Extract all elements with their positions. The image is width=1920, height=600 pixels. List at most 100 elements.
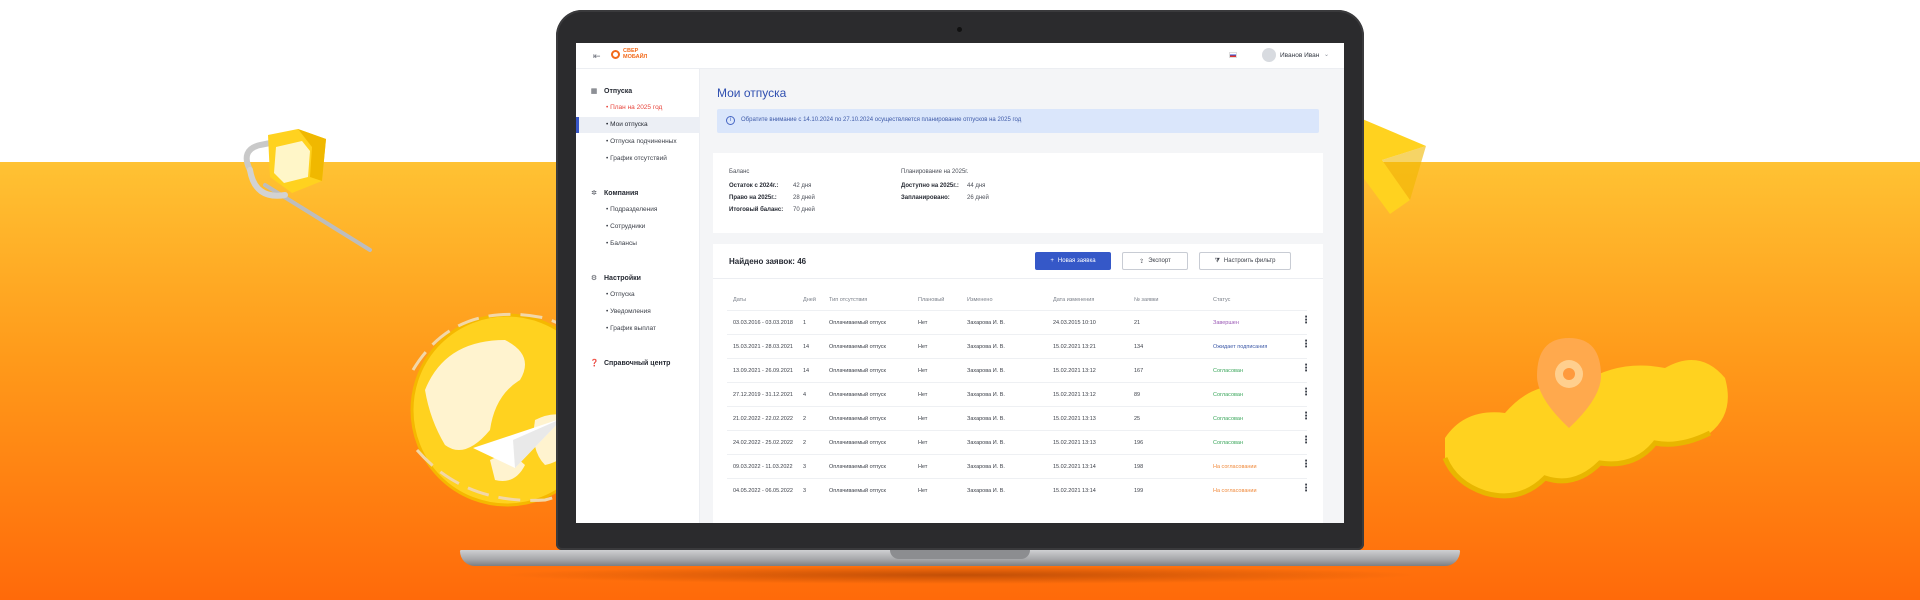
sidebar-collapse-icon[interactable]: ⇤ [593,51,601,62]
cell-planned: Нет [918,464,928,470]
cell-days: 2 [803,416,807,422]
sidebar: ▦ Отпуска • План на 2025 год • Мои отпус… [576,69,700,523]
cell-status: На согласовании [1213,488,1257,494]
balance-card: Баланс Остаток с 2024г.: 42 дня Право на… [713,153,1323,233]
row-menu-icon[interactable]: ⋮ [1301,412,1311,422]
cell-days: 3 [803,488,807,494]
map-pin-illustration-icon [1442,338,1728,499]
column-header[interactable]: № заявки [1134,297,1158,303]
user-name[interactable]: Иванов Иван [1280,52,1319,59]
cell-dates: 09.03.2022 - 11.03.2022 [733,464,793,470]
table-row[interactable]: 15.03.2021 - 28.03.2021 14 Оплачиваемый от… [727,334,1311,358]
avatar[interactable] [1262,48,1276,62]
table-row[interactable]: 04.05.2022 - 06.05.2022 3 Оплачиваемый отп… [727,478,1311,502]
new-request-button[interactable]: + Новая заявка [1035,252,1111,270]
sidebar-item-balances[interactable]: • Балансы [606,240,637,247]
sidebar-item-subordinates-vacations[interactable]: • Отпуска подчиненных [606,138,677,145]
company-icon: ✲ [591,190,597,197]
sidebar-section-help-center[interactable]: ❓ Справочный центр [590,359,670,368]
cell-type: Оплачиваемый отпуск [829,440,886,446]
balance-value: 70 дней [793,207,815,213]
cell-date-changed: 15.02.2021 13:12 [1053,392,1096,398]
balance-label: Право на 2025г.: [729,195,777,201]
cell-status: Согласован [1213,416,1244,422]
table-row[interactable]: 03.03.2016 - 03.03.2018 1 Оплачиваемый отп… [727,310,1311,334]
cell-date-changed: 15.02.2021 13:14 [1053,488,1096,494]
row-menu-icon[interactable]: ⋮ [1301,460,1311,470]
gear-icon: ⚙ [590,275,598,282]
cell-status: Согласован [1213,440,1244,446]
suitcase-icon: ▦ [590,88,598,95]
column-header[interactable]: Дата изменения [1053,297,1094,303]
cell-type: Оплачиваемый отпуск [829,344,886,350]
column-header[interactable]: Статус [1213,297,1230,303]
planning-value: 44 дня [967,183,986,189]
cell-request-number: 196 [1134,440,1144,446]
cell-dates: 03.03.2016 - 03.03.2018 [733,320,793,326]
sidebar-section-vacations[interactable]: ▦ Отпуска [590,87,632,96]
chevron-down-icon[interactable]: ⌄ [1324,51,1329,58]
language-flag-icon[interactable] [1229,52,1237,58]
table-row[interactable]: 13.09.2021 - 26.09.2021 14 Оплачиваемый от… [727,358,1311,382]
table-row[interactable]: 09.03.2022 - 11.03.2022 3 Оплачиваемый отп… [727,454,1311,478]
cell-days: 14 [803,368,810,374]
column-header[interactable]: Изменено [967,297,993,303]
cell-planned: Нет [918,488,928,494]
laptop-shadow [500,566,1420,584]
cell-dates: 24.02.2022 - 25.02.2022 [733,440,793,446]
sidebar-item-plan-2025[interactable]: • План на 2025 год [606,104,662,111]
cell-changed-by: Захарова И. В. [967,344,1005,350]
logo[interactable]: СВЕР МОБАЙЛ [611,48,663,60]
sidebar-item-absence-schedule[interactable]: • График отсутствий [606,155,667,162]
cell-changed-by: Захарова И. В. [967,320,1005,326]
planning-label: Запланировано: [901,195,950,201]
row-menu-icon[interactable]: ⋮ [1301,484,1311,494]
export-button[interactable]: ⇪ Экспорт [1122,252,1188,270]
keyring-illustration-icon [243,129,372,252]
planning-label: Доступно на 2025г.: [901,183,959,189]
column-header[interactable]: Даты [733,297,746,303]
sidebar-section-settings[interactable]: ⚙ Настройки [590,274,641,283]
sidebar-item-departments[interactable]: • Подразделения [606,206,657,213]
row-menu-icon[interactable]: ⋮ [1301,340,1311,350]
table-row[interactable]: 27.12.2019 - 31.12.2021 4 Оплачиваемый отп… [727,382,1311,406]
filter-button[interactable]: ⧩ Настроить фильтр [1199,252,1291,270]
row-menu-icon[interactable]: ⋮ [1301,388,1311,398]
sidebar-item-notifications[interactable]: • Уведомления [606,308,651,315]
sidebar-item-settings-vacations[interactable]: • Отпуска [606,291,635,298]
row-menu-icon[interactable]: ⋮ [1301,436,1311,446]
laptop-screen: ⇤ СВЕР МОБАЙЛ Иванов Иван ⌄ ▦ Отпуска • … [576,43,1344,523]
table-row[interactable]: 21.02.2022 - 22.02.2022 2 Оплачиваемый отп… [727,406,1311,430]
cell-request-number: 167 [1134,368,1144,374]
cell-status: Ожидает подписания [1213,344,1268,350]
sidebar-section-company[interactable]: ✲ Компания [590,189,638,198]
cell-changed-by: Захарова И. В. [967,488,1005,494]
sidebar-item-employees[interactable]: • Сотрудники [606,223,645,230]
cell-date-changed: 15.02.2021 13:12 [1053,368,1096,374]
cell-changed-by: Захарова И. В. [967,368,1005,374]
cell-changed-by: Захарова И. В. [967,440,1005,446]
cell-date-changed: 15.02.2021 13:13 [1053,416,1096,422]
cell-planned: Нет [918,368,928,374]
cell-changed-by: Захарова И. В. [967,392,1005,398]
sidebar-item-my-vacations[interactable]: • Мои отпуска [606,121,648,128]
cell-date-changed: 15.02.2021 13:13 [1053,440,1096,446]
table-row[interactable]: 24.02.2022 - 25.02.2022 2 Оплачиваемый отп… [727,430,1311,454]
main-content: Мои отпуска i Обратите внимание с 14.10.… [700,69,1344,523]
logo-text: СВЕР МОБАЙЛ [623,48,648,60]
cell-date-changed: 15.02.2021 13:21 [1053,344,1096,350]
cell-dates: 15.03.2021 - 28.03.2021 [733,344,793,350]
column-header[interactable]: Тип отсутствия [829,297,867,303]
planning-value: 26 дней [967,195,989,201]
plus-icon: + [1050,258,1054,264]
column-header[interactable]: Дней [803,297,816,303]
column-header[interactable]: Плановый [918,297,944,303]
cell-dates: 13.09.2021 - 26.09.2021 [733,368,793,374]
app-header: ⇤ СВЕР МОБАЙЛ Иванов Иван ⌄ [576,43,1344,69]
row-menu-icon[interactable]: ⋮ [1301,364,1311,374]
cell-dates: 04.05.2022 - 06.05.2022 [733,488,793,494]
sidebar-item-payment-schedule[interactable]: • График выплат [606,325,656,332]
cell-planned: Нет [918,344,928,350]
row-menu-icon[interactable]: ⋮ [1301,316,1311,326]
sidebar-selected-marker [576,117,579,133]
